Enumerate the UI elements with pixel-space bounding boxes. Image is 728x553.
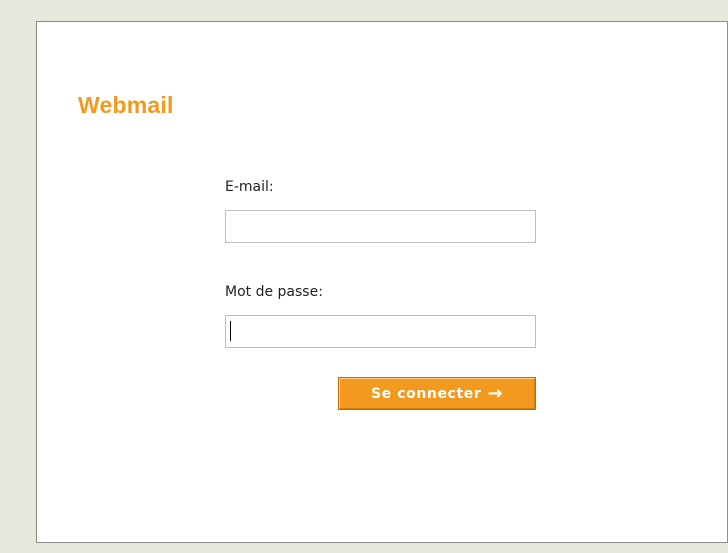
app-title: Webmail [78, 92, 174, 118]
login-button-label: Se connecter [370, 385, 482, 402]
email-field[interactable] [225, 210, 536, 243]
password-label: Mot de passe: [225, 284, 323, 300]
arrow-right-icon: → [487, 382, 504, 404]
login-button[interactable]: Se connecter → [338, 377, 536, 410]
text-cursor [230, 321, 231, 341]
password-field[interactable] [225, 315, 536, 348]
email-label: E-mail: [225, 179, 274, 195]
login-panel: Webmail E-mail: Mot de passe: Se connect… [36, 21, 728, 543]
